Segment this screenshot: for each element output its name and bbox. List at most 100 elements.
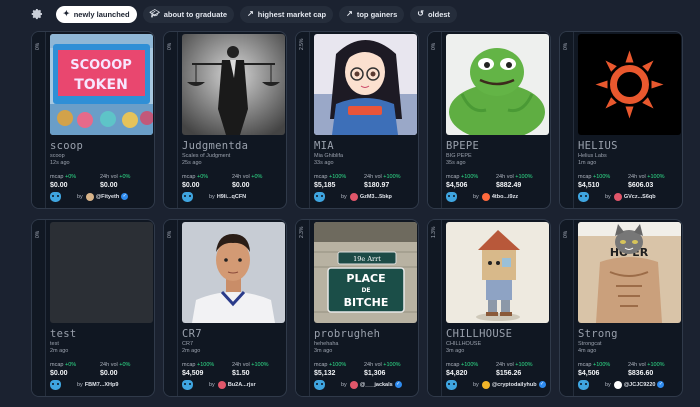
street-sign-art: 19e Arrt PLACE DE BITCHE: [314, 222, 417, 323]
token-info: Strong Strongcat 4m ago mcap +100% $4,50…: [578, 328, 678, 377]
creator-name[interactable]: 4tbo...i9zz: [492, 194, 518, 200]
volume-label: 24h vol +100%: [232, 362, 269, 368]
mcap-change: +100%: [460, 174, 479, 180]
token-card[interactable]: 0% HELIUS Helius Labs 1m ago mcap +100% …: [559, 31, 683, 209]
bonding-progress-strip: 2.3%: [296, 220, 310, 396]
token-age: 3m ago: [314, 348, 333, 354]
token-image[interactable]: [446, 222, 549, 323]
mcap-stat: mcap +0% $0.00: [50, 174, 100, 189]
filter-newly-launched[interactable]: ✦ newly launched: [56, 5, 137, 23]
token-image[interactable]: HO ER: [578, 222, 681, 323]
volume-label: 24h vol +100%: [496, 174, 533, 180]
token-name: HELIUS: [578, 140, 618, 152]
token-card[interactable]: 0% CR7 CR7 2m ago mcap +100% $4,509 24h …: [163, 219, 287, 397]
creator-name[interactable]: FBM7...XHp9: [85, 382, 119, 388]
creator-name[interactable]: GzM3...5bkp: [360, 194, 392, 200]
sparkle-icon: ✦: [63, 9, 70, 18]
creator-avatar[interactable]: [217, 380, 226, 389]
token-image[interactable]: [182, 222, 285, 323]
helius-logo-art: [578, 34, 681, 135]
mcap-label: mcap +0%: [50, 362, 77, 368]
token-card[interactable]: 2.3% 19e Arrt PLACE DE BITCHE probrugheh he…: [295, 219, 419, 397]
token-image[interactable]: [50, 222, 153, 323]
creator-name[interactable]: @___jackals: [360, 382, 393, 388]
mcap-change: +0%: [64, 174, 77, 180]
by-label: by: [605, 193, 611, 200]
token-card[interactable]: 0% SCOOOP TOKEN scoop scoop 12s ago mcap …: [31, 31, 155, 209]
scoop-token-art: SCOOOP TOKEN: [50, 34, 153, 135]
bonding-progress-label: 0%: [35, 230, 41, 238]
mcap-stat: mcap +100% $5,185: [314, 174, 364, 189]
card-footer: by H9li...qCFN ✓: [182, 191, 282, 202]
creator-name[interactable]: @Fityeth: [96, 194, 119, 200]
verified-badge-icon: ✓: [394, 381, 402, 388]
bonding-progress-strip: 0%: [560, 220, 574, 396]
token-image[interactable]: [446, 34, 549, 135]
platform-logo-icon: [314, 379, 325, 390]
volume-label: 24h vol +0%: [100, 362, 131, 368]
token-info: scoop scoop 12s ago mcap +0% $0.00 24h v…: [50, 140, 150, 189]
token-name: probrugheh: [314, 328, 381, 340]
volume-change: +0%: [251, 174, 263, 180]
token-card[interactable]: 0% HO ER Strong Strongcat 4m ago mcap +1…: [559, 219, 683, 397]
card-footer: by FBM7...XHp9 ✓: [50, 379, 150, 390]
volume-stat: 24h vol +100% $836.60: [628, 362, 678, 377]
filter-highest-market-cap[interactable]: ↗ highest market cap: [240, 5, 334, 23]
volume-value: $1.50: [232, 370, 250, 377]
volume-stat: 24h vol +0% $0.00: [100, 362, 150, 377]
token-card[interactable]: 0% test test 2m ago mcap +0% $0.00 24h v…: [31, 219, 155, 397]
token-image[interactable]: [578, 34, 681, 135]
creator-avatar[interactable]: [349, 380, 358, 389]
mcap-value: $4,509: [182, 370, 204, 377]
token-stats: mcap +100% $5,132 24h vol +100% $1,306: [314, 362, 414, 377]
creator-name[interactable]: @JCJC9220: [624, 382, 656, 388]
mcap-stat: mcap +0% $0.00: [50, 362, 100, 377]
creator-name[interactable]: Bu2A...rjsr: [228, 382, 256, 388]
mcap-label: mcap +100%: [578, 362, 611, 368]
anime-girl-art: [314, 34, 417, 135]
token-card[interactable]: 0% Judgmentda Scales of Judgment 25s ago…: [163, 31, 287, 209]
token-image[interactable]: [314, 34, 417, 135]
token-stats: mcap +0% $0.00 24h vol +0% $0.00: [50, 174, 150, 189]
token-image[interactable]: 19e Arrt PLACE DE BITCHE: [314, 222, 417, 323]
token-name: Strong: [578, 328, 618, 340]
token-card[interactable]: 0% BPEPE BIG PEPE 35s ago mcap +100% $4,…: [427, 31, 551, 209]
creator-avatar[interactable]: [349, 192, 358, 201]
volume-stat: 24h vol +100% $606.03: [628, 174, 678, 189]
token-image[interactable]: [182, 34, 285, 135]
filter-about-to-graduate[interactable]: 🎓︎ about to graduate: [142, 5, 235, 23]
filter-label: top gainers: [356, 9, 398, 19]
bonding-progress-strip: 0%: [164, 32, 178, 208]
filter-oldest[interactable]: ↺ oldest: [410, 5, 458, 23]
creator-avatar[interactable]: [613, 192, 622, 201]
creator-name[interactable]: H9li...qCFN: [217, 194, 246, 200]
by-label: by: [77, 193, 83, 200]
creator-name[interactable]: @cryptodailyhub: [492, 382, 537, 388]
creator-avatar[interactable]: [481, 380, 490, 389]
token-info: Judgmentda Scales of Judgment 25s ago mc…: [182, 140, 282, 189]
filter-label: oldest: [427, 9, 451, 19]
creator-avatar[interactable]: [85, 192, 94, 201]
volume-value: $606.03: [628, 182, 654, 189]
token-card[interactable]: 2.5% MIA Mia Ghiblifa 33s ago mcap +100%…: [295, 31, 419, 209]
token-subtitle: CHILLHOUSE: [446, 341, 482, 347]
volume-change: +100%: [383, 362, 401, 368]
token-subtitle: Strongcat: [578, 341, 602, 347]
creator-name[interactable]: GVcz...S6qb: [624, 194, 656, 200]
creator-avatar[interactable]: [481, 192, 490, 201]
svg-text:DE: DE: [361, 287, 370, 294]
platform-logo-icon: [50, 191, 61, 202]
bonding-progress-strip: 1.3%: [428, 220, 442, 396]
mcap-label: mcap +100%: [314, 362, 347, 368]
mcap-change: +100%: [592, 362, 611, 368]
settings-gear-icon[interactable]: [30, 7, 44, 21]
token-subtitle: Scales of Judgment: [182, 153, 231, 159]
creator-avatar[interactable]: [613, 380, 622, 389]
filter-top-gainers[interactable]: ↗ top gainers: [339, 5, 405, 23]
graduation-cap-icon: 🎓︎: [149, 9, 160, 18]
token-image[interactable]: SCOOOP TOKEN: [50, 34, 153, 135]
volume-change: +100%: [647, 362, 665, 368]
volume-change: +0%: [119, 174, 131, 180]
token-card[interactable]: 1.3% CHILLHOUSE CHILLHOUSE 3m ago mcap +…: [427, 219, 551, 397]
verified-badge-icon: ✓: [657, 381, 665, 388]
